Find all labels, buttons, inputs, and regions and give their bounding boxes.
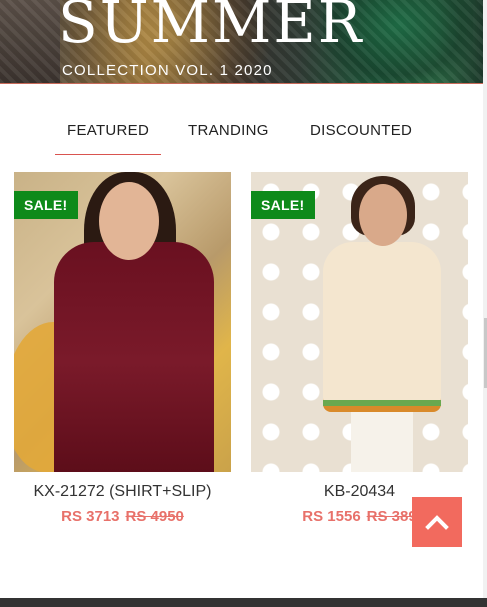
model-face (359, 184, 407, 246)
product-image[interactable]: SALE! (251, 172, 468, 472)
model-face (99, 182, 159, 260)
product-card[interactable]: SALE! KX-21272 (SHIRT+SLIP) RS 3713 RS 49… (14, 172, 231, 525)
product-old-price: RS 389 (366, 508, 417, 525)
sale-badge: SALE! (14, 191, 78, 219)
product-price: RS 1556 (302, 508, 361, 525)
model-outfit (323, 242, 441, 412)
product-prices: RS 3713 RS 4950 (14, 508, 231, 525)
tab-tranding[interactable]: TRANDING (188, 118, 269, 149)
chevron-up-icon (425, 515, 449, 530)
product-card[interactable]: SALE! KB-20434 RS 1556 RS 389 (251, 172, 468, 525)
model-outfit (54, 242, 214, 472)
hero-banner[interactable]: SUMMER COLLECTION VOL. 1 2020 (0, 0, 483, 84)
tab-featured[interactable]: FEATURED (54, 118, 162, 155)
sale-badge: SALE! (251, 191, 315, 219)
product-image[interactable]: SALE! (14, 172, 231, 472)
outfit-trim (323, 400, 441, 406)
footer (0, 598, 487, 607)
product-old-price: RS 4950 (125, 508, 184, 525)
model-trousers (351, 412, 413, 472)
hero-divider (0, 83, 483, 84)
tab-discounted[interactable]: DISCOUNTED (310, 118, 412, 149)
product-price: RS 3713 (61, 508, 120, 525)
scroll-to-top-button[interactable] (412, 497, 462, 547)
product-tabs: FEATURED TRANDING DISCOUNTED (0, 118, 483, 158)
page-scrollbar[interactable] (483, 0, 487, 598)
hero-headline: SUMMER (58, 0, 364, 56)
hero-subtitle: COLLECTION VOL. 1 2020 (62, 62, 273, 79)
product-name[interactable]: KX-21272 (SHIRT+SLIP) (14, 483, 231, 501)
